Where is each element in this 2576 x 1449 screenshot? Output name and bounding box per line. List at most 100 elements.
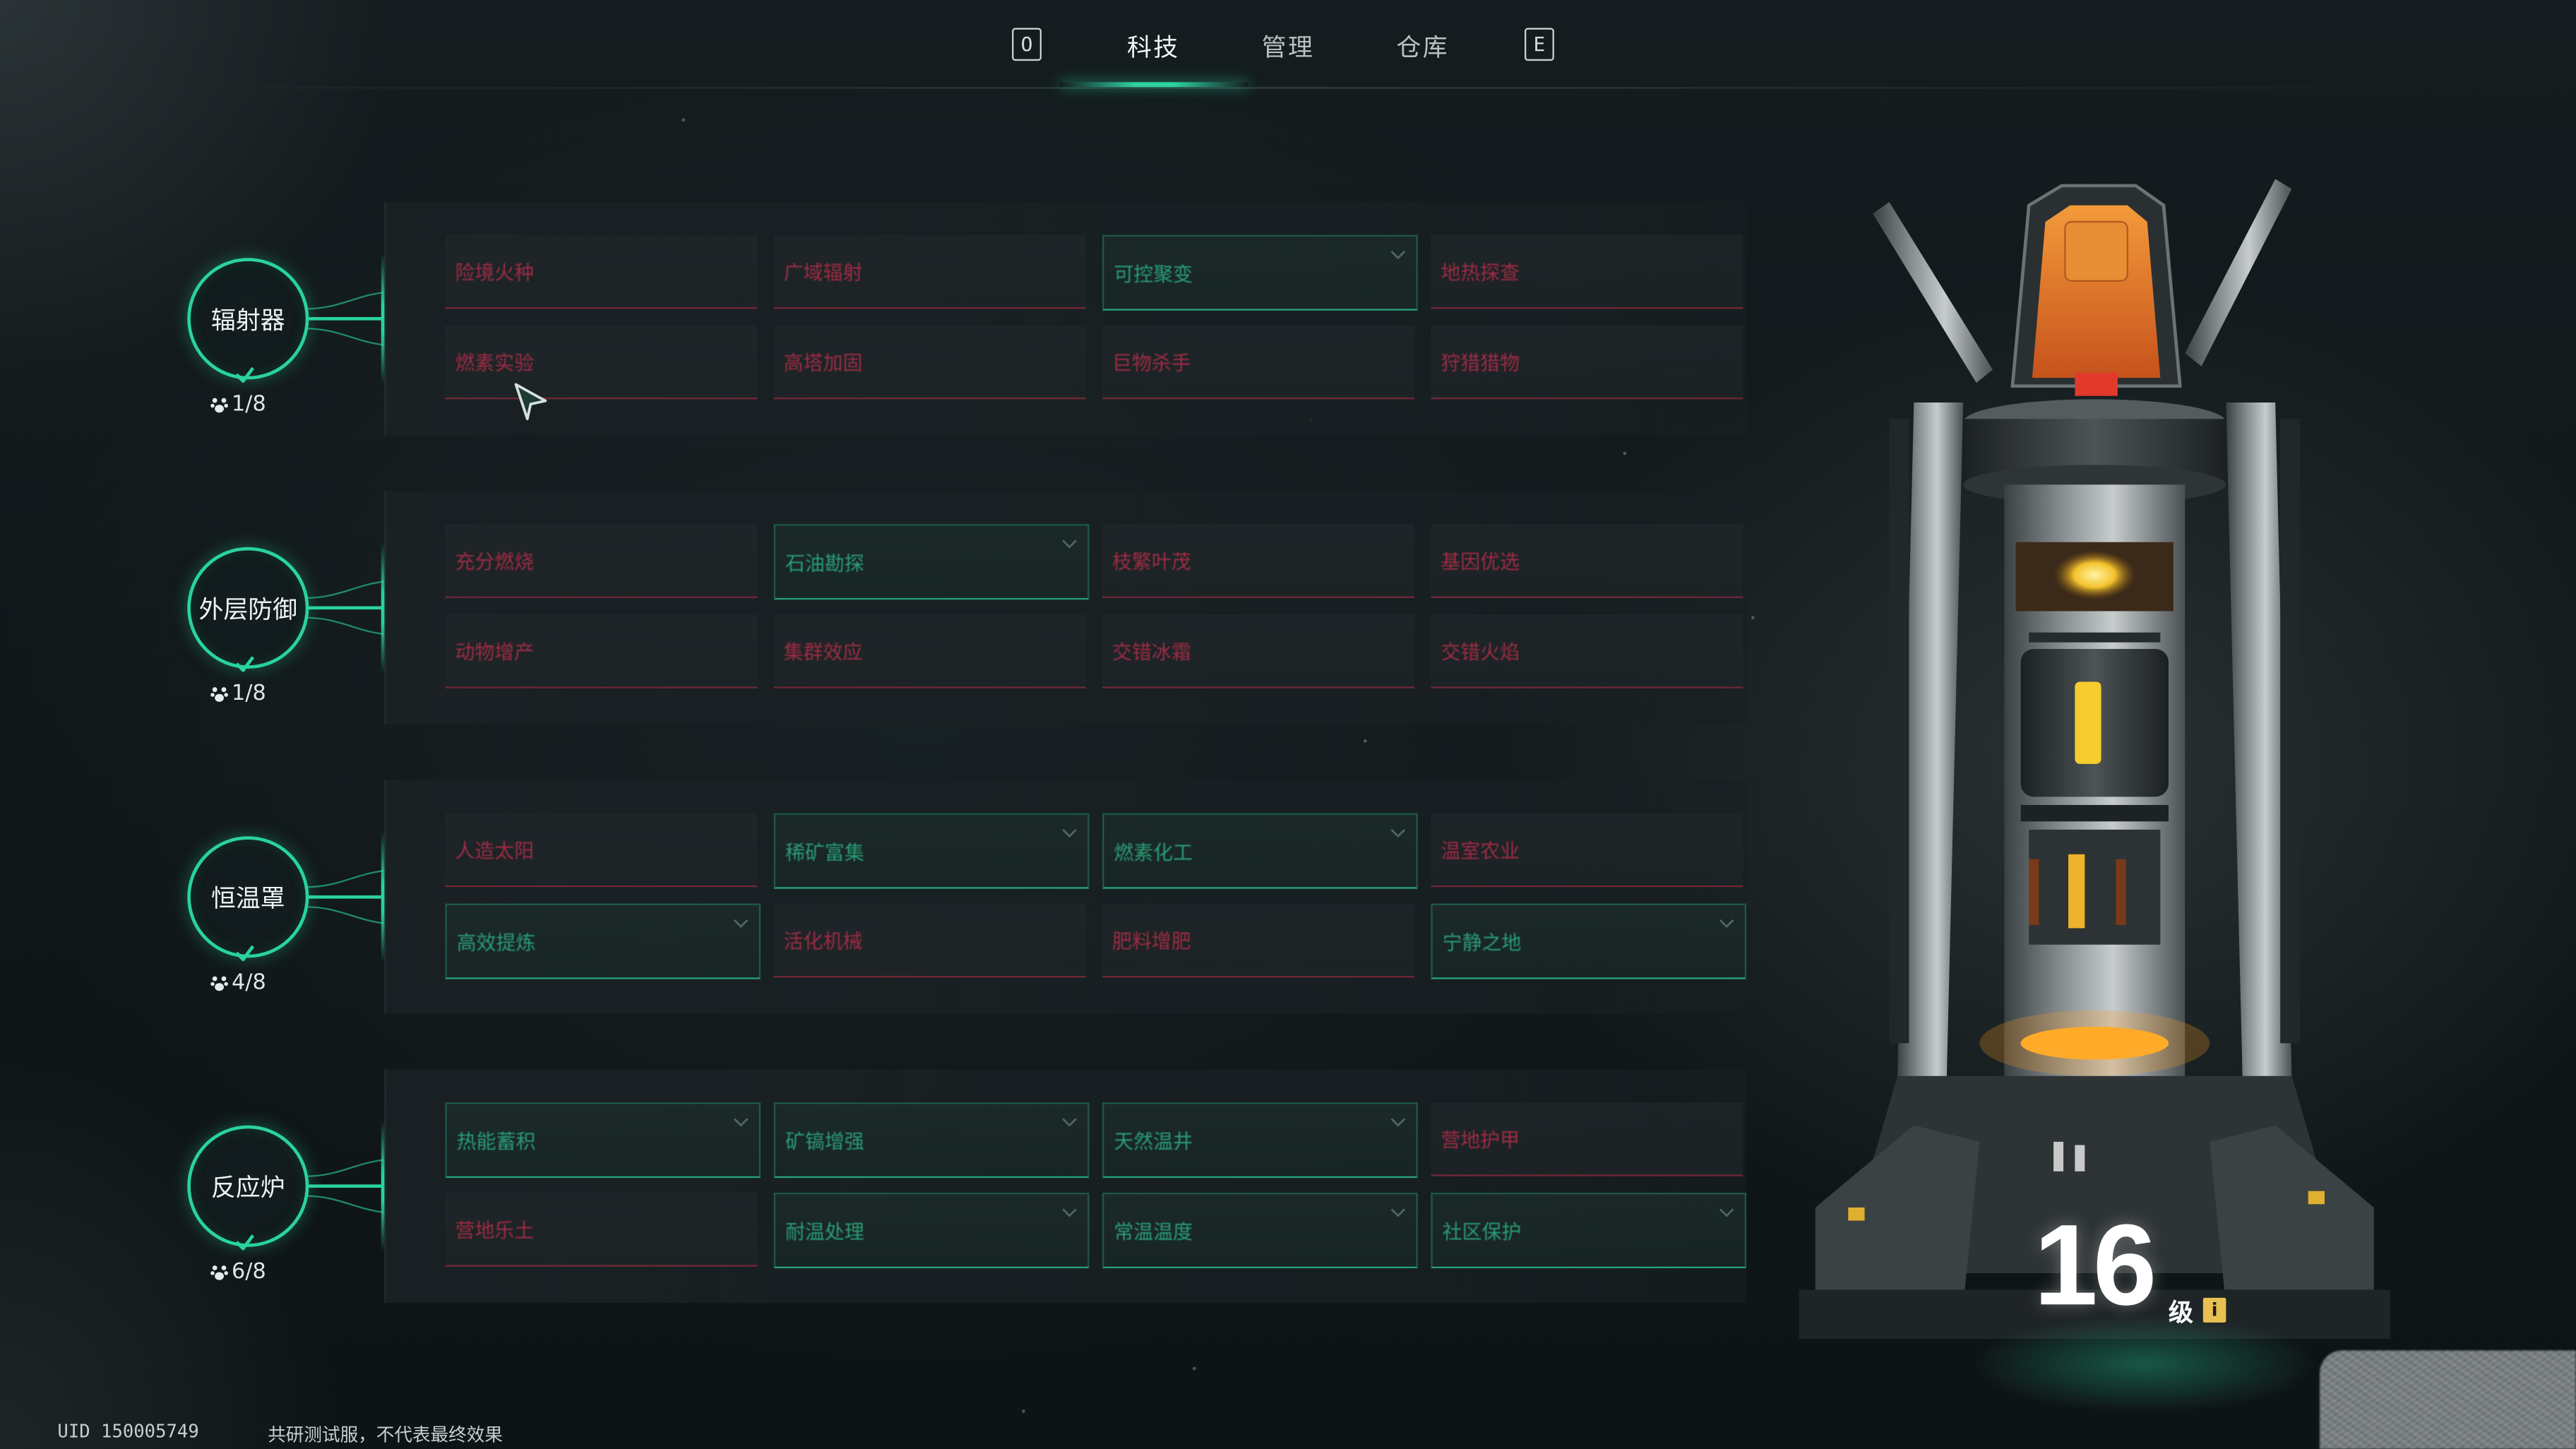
player-uid: UID 150005749 [57, 1421, 199, 1443]
tech-node[interactable]: 常温温度 [1102, 1193, 1418, 1269]
particle [1623, 451, 1627, 455]
tech-node-label: 燃素实验 [455, 351, 535, 375]
branch-progress-text: 1/8 [232, 681, 266, 707]
tech-node[interactable]: 营地乐土 [445, 1193, 758, 1267]
branch-node-outer-defense[interactable]: 外层防御 [187, 547, 309, 669]
tech-node-label: 高效提炼 [456, 931, 536, 955]
branch-progress-text: 6/8 [232, 1260, 266, 1285]
tech-node[interactable]: 稀矿富集 [773, 813, 1090, 889]
tech-node[interactable]: 枝繁叶茂 [1102, 524, 1415, 598]
branch-progress: 6/8 [210, 1260, 266, 1284]
tech-node[interactable]: 巨物杀手 [1102, 325, 1415, 400]
tech-node[interactable]: 活化机械 [773, 903, 1086, 978]
tech-node[interactable]: 交错冰霜 [1102, 614, 1415, 688]
tech-node-label: 耐温处理 [785, 1220, 864, 1244]
branch-progress-text: 4/8 [232, 970, 266, 996]
tech-node[interactable]: 石油勘探 [773, 524, 1090, 600]
furnace-level-number: 16 [2034, 1200, 2157, 1330]
particle [1363, 739, 1367, 743]
particle [1022, 1409, 1025, 1413]
paw-icon [210, 687, 228, 702]
tab-manage[interactable]: 管理 [1262, 30, 1314, 64]
branch-connector-icon [305, 291, 385, 346]
tab-warehouse[interactable]: 仓库 [1397, 30, 1449, 64]
next-tab-key-hint[interactable]: E [1524, 28, 1554, 61]
tech-node[interactable]: 矿镐增强 [773, 1102, 1090, 1179]
particle [681, 118, 686, 122]
tech-node[interactable]: 天然温井 [1102, 1102, 1418, 1179]
chevron-down-icon [733, 919, 749, 929]
branch-node-radiator[interactable]: 辐射器 [187, 258, 309, 380]
mouse-cursor-icon [514, 383, 547, 421]
particle [1193, 1366, 1196, 1371]
chevron-down-icon [1062, 828, 1077, 838]
tech-node-label: 宁静之地 [1442, 931, 1522, 955]
tech-screen: O 科技 管理 仓库 E 辐射器 1/8 险境火种 广域辐射 可控聚变 地热探查 燃素实验高… [0, 0, 2576, 1449]
tech-node-label: 人造太阳 [455, 839, 535, 863]
branch-connector-icon [305, 869, 385, 924]
tech-node[interactable]: 地热探查 [1431, 234, 1743, 309]
tech-node-label: 交错火焰 [1441, 640, 1520, 664]
tech-node-label: 营地护甲 [1441, 1128, 1520, 1152]
branch-node-label: 恒温罩 [210, 883, 285, 913]
branch-progress: 4/8 [210, 971, 266, 996]
tech-node[interactable]: 广域辐射 [773, 234, 1086, 309]
tech-node-label: 险境火种 [455, 261, 535, 285]
tech-node[interactable]: 肥料增肥 [1102, 903, 1415, 978]
chevron-down-icon [1390, 828, 1406, 838]
particle [1751, 616, 1755, 620]
level-info-icon[interactable]: i [2202, 1297, 2226, 1323]
branch-progress: 1/8 [210, 393, 266, 417]
branch-progress-text: 1/8 [232, 393, 266, 417]
check-icon [235, 366, 255, 383]
test-build-notice: 共研测试服，不代表最终效果 [268, 1424, 503, 1446]
branch-node-thermal-dome[interactable]: 恒温罩 [187, 836, 309, 958]
mosaic-watermark [2320, 1350, 2576, 1449]
tech-node[interactable]: 集群效应 [773, 614, 1086, 688]
chevron-down-icon [1390, 1208, 1406, 1217]
tech-node-label: 交错冰霜 [1112, 640, 1191, 664]
tech-node[interactable]: 基因优选 [1431, 524, 1743, 598]
nav-divider [98, 87, 2478, 89]
tech-node[interactable]: 动物增产 [445, 614, 758, 688]
tech-node[interactable]: 耐温处理 [773, 1193, 1090, 1269]
tech-node[interactable]: 充分燃烧 [445, 524, 758, 598]
check-icon [235, 1234, 255, 1251]
tech-node[interactable]: 营地护甲 [1431, 1102, 1743, 1176]
tech-node[interactable]: 燃素实验 [445, 325, 758, 400]
chevron-down-icon [1719, 919, 1734, 929]
chevron-down-icon [733, 1118, 749, 1127]
furnace-tower-illustration [1799, 179, 2391, 1340]
tech-node-label: 地热探查 [1441, 261, 1520, 285]
tab-tech[interactable]: 科技 [1127, 30, 1179, 64]
branch-node-reactor[interactable]: 反应炉 [187, 1125, 309, 1247]
branch-node-label: 外层防御 [198, 594, 298, 624]
tech-node[interactable]: 宁静之地 [1431, 903, 1747, 979]
furnace-level-unit: 级 [2168, 1297, 2193, 1328]
prev-tab-key-hint[interactable]: O [1012, 28, 1042, 61]
branch-progress: 1/8 [210, 681, 266, 706]
tech-node-label: 枝繁叶茂 [1112, 550, 1191, 573]
tech-node-label: 广域辐射 [783, 261, 863, 285]
branch-node-label: 反应炉 [210, 1171, 285, 1202]
tech-node[interactable]: 热能蓄积 [445, 1102, 761, 1179]
check-icon [235, 945, 255, 962]
tech-node[interactable]: 狩猎猎物 [1431, 325, 1743, 400]
tech-node[interactable]: 可控聚变 [1102, 234, 1418, 311]
tech-node[interactable]: 人造太阳 [445, 813, 758, 888]
paw-icon [210, 398, 228, 413]
tech-node-label: 巨物杀手 [1112, 351, 1191, 375]
tech-node[interactable]: 社区保护 [1431, 1193, 1747, 1269]
tech-node[interactable]: 温室农业 [1431, 813, 1743, 888]
tech-node-label: 热能蓄积 [456, 1130, 536, 1154]
tech-node-label: 活化机械 [783, 929, 863, 953]
tech-node[interactable]: 交错火焰 [1431, 614, 1743, 688]
branch-node-label: 辐射器 [210, 304, 285, 335]
active-tab-indicator [1059, 82, 1249, 88]
tech-node-label: 狩猎猎物 [1441, 351, 1520, 375]
tech-node[interactable]: 燃素化工 [1102, 813, 1418, 889]
tech-node[interactable]: 高塔加固 [773, 325, 1086, 400]
tech-node-label: 矿镐增强 [785, 1130, 864, 1154]
tech-node[interactable]: 高效提炼 [445, 903, 761, 979]
tech-node[interactable]: 险境火种 [445, 234, 758, 309]
